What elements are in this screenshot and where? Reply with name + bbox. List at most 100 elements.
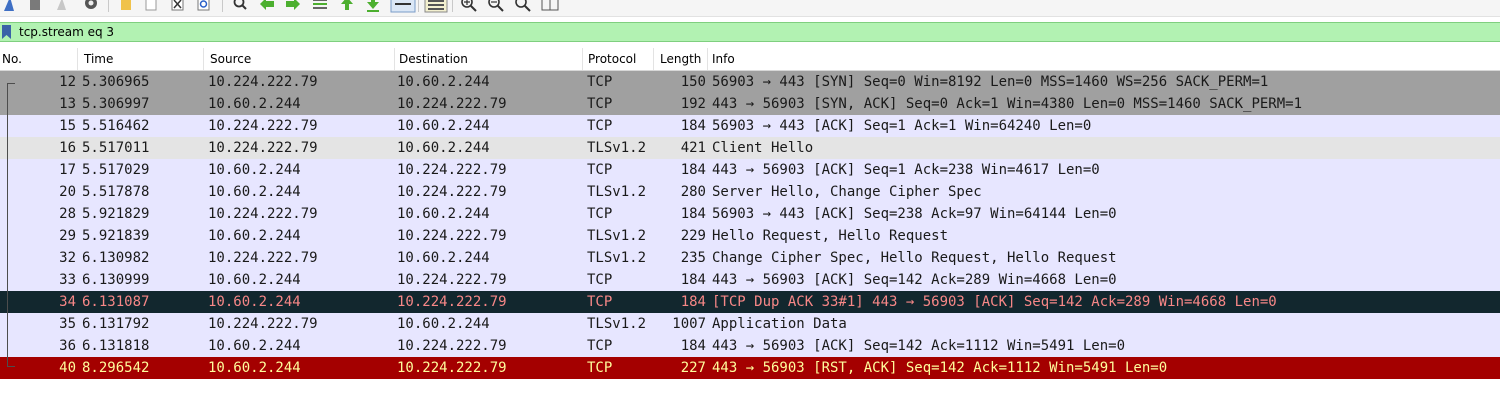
toolbar-separator xyxy=(452,0,453,12)
reload-file-icon[interactable] xyxy=(196,0,212,13)
packet-source: 10.60.2.244 xyxy=(208,294,301,310)
packet-length: 280 xyxy=(680,184,706,200)
packet-source: 10.60.2.244 xyxy=(208,184,301,200)
packet-destination: 10.224.222.79 xyxy=(397,294,507,310)
packet-length: 150 xyxy=(680,74,706,90)
column-header-length[interactable]: Length xyxy=(658,48,708,70)
display-filter-bar: tcp.stream eq 3 xyxy=(0,22,1500,42)
zoom-in-icon[interactable] xyxy=(460,0,478,13)
packet-info: 443 → 56903 [SYN, ACK] Seq=0 Ack=1 Win=4… xyxy=(712,96,1303,112)
packet-row[interactable]: 36 6.131818 10.60.2.244 10.224.222.79 TC… xyxy=(0,335,1500,357)
packet-info: 443 → 56903 [ACK] Seq=142 Ack=289 Win=46… xyxy=(712,272,1117,288)
column-header-protocol[interactable]: Protocol xyxy=(586,48,654,70)
capture-options-icon[interactable] xyxy=(82,0,100,13)
packet-length: 235 xyxy=(680,250,706,266)
packet-length: 184 xyxy=(680,338,706,354)
colorize-icon[interactable] xyxy=(424,0,448,13)
stop-capture-icon[interactable] xyxy=(28,0,42,13)
column-header-no[interactable]: No. xyxy=(0,48,78,70)
packet-source: 10.60.2.244 xyxy=(208,272,301,288)
packet-time: 5.921829 xyxy=(82,206,150,222)
packet-row[interactable]: 40 8.296542 10.60.2.244 10.224.222.79 TC… xyxy=(0,357,1500,379)
packet-info: 56903 → 443 [ACK] Seq=238 Ack=97 Win=641… xyxy=(712,206,1117,222)
packet-time: 5.517011 xyxy=(82,140,150,156)
packet-info: Application Data xyxy=(712,316,847,332)
packet-no: 28 xyxy=(59,206,76,222)
shark-fin-start-icon[interactable] xyxy=(2,0,16,13)
packet-destination: 10.60.2.244 xyxy=(397,316,490,332)
save-file-icon[interactable] xyxy=(144,0,158,13)
display-filter-input[interactable]: tcp.stream eq 3 xyxy=(19,23,114,41)
packet-protocol: TCP xyxy=(587,360,613,376)
packet-length: 184 xyxy=(680,294,706,310)
toolbar-separator xyxy=(418,0,419,12)
resize-columns-icon[interactable] xyxy=(540,0,560,13)
packet-destination: 10.60.2.244 xyxy=(397,140,490,156)
packet-length: 184 xyxy=(680,162,706,178)
go-to-packet-icon[interactable] xyxy=(311,0,329,13)
column-header-source[interactable]: Source xyxy=(208,48,395,70)
go-forward-icon[interactable] xyxy=(284,0,302,13)
restart-capture-icon[interactable] xyxy=(54,0,70,13)
toolbar-separator xyxy=(222,0,223,12)
packet-destination: 10.224.222.79 xyxy=(397,96,507,112)
packet-row[interactable]: 20 5.517878 10.60.2.244 10.224.222.79 TL… xyxy=(0,181,1500,203)
zoom-out-icon[interactable] xyxy=(487,0,505,13)
packet-row[interactable]: 32 6.130982 10.224.222.79 10.60.2.244 TL… xyxy=(0,247,1500,269)
packet-protocol: TCP xyxy=(587,206,613,222)
packet-source: 10.60.2.244 xyxy=(208,360,301,376)
packet-no: 33 xyxy=(59,272,76,288)
packet-row[interactable]: 29 5.921839 10.60.2.244 10.224.222.79 TL… xyxy=(0,225,1500,247)
packet-row[interactable]: 16 5.517011 10.224.222.79 10.60.2.244 TL… xyxy=(0,137,1500,159)
conversation-bracket-end xyxy=(7,366,15,367)
packet-source: 10.224.222.79 xyxy=(208,316,318,332)
packet-row[interactable]: 12 5.306965 10.224.222.79 10.60.2.244 TC… xyxy=(0,71,1500,93)
packet-length: 184 xyxy=(680,272,706,288)
auto-scroll-icon[interactable] xyxy=(390,0,416,13)
packet-protocol: TCP xyxy=(587,272,613,288)
packet-time: 5.306965 xyxy=(82,74,150,90)
column-header-destination[interactable]: Destination xyxy=(397,48,583,70)
packet-info: 443 → 56903 [RST, ACK] Seq=142 Ack=1112 … xyxy=(712,360,1168,376)
packet-list-header: No. Time Source Destination Protocol Len… xyxy=(0,48,1500,71)
packet-row[interactable]: 17 5.517029 10.60.2.244 10.224.222.79 TC… xyxy=(0,159,1500,181)
packet-no: 12 xyxy=(59,74,76,90)
column-header-info[interactable]: Info xyxy=(710,48,1500,70)
go-back-icon[interactable] xyxy=(258,0,276,13)
packet-length: 1007 xyxy=(672,316,706,332)
packet-destination: 10.60.2.244 xyxy=(397,250,490,266)
go-first-packet-icon[interactable] xyxy=(338,0,356,13)
packet-source: 10.224.222.79 xyxy=(208,206,318,222)
find-packet-icon[interactable] xyxy=(232,0,248,13)
packet-length: 421 xyxy=(680,140,706,156)
packet-protocol: TLSv1.2 xyxy=(587,316,647,332)
zoom-normal-icon[interactable] xyxy=(514,0,532,13)
open-file-icon[interactable] xyxy=(118,0,134,13)
go-last-packet-icon[interactable] xyxy=(364,0,382,13)
filter-bookmark-icon[interactable] xyxy=(2,25,11,39)
close-file-icon[interactable] xyxy=(170,0,186,13)
packet-no: 34 xyxy=(59,294,76,310)
packet-destination: 10.224.222.79 xyxy=(397,272,507,288)
packet-source: 10.224.222.79 xyxy=(208,140,318,156)
packet-row[interactable]: 33 6.130999 10.60.2.244 10.224.222.79 TC… xyxy=(0,269,1500,291)
packet-row[interactable]: 34 6.131087 10.60.2.244 10.224.222.79 TC… xyxy=(0,291,1500,313)
packet-time: 6.130999 xyxy=(82,272,150,288)
packet-row[interactable]: 15 5.516462 10.224.222.79 10.60.2.244 TC… xyxy=(0,115,1500,137)
packet-row[interactable]: 28 5.921829 10.224.222.79 10.60.2.244 TC… xyxy=(0,203,1500,225)
packet-protocol: TCP xyxy=(587,338,613,354)
packet-time: 5.306997 xyxy=(82,96,150,112)
conversation-bracket-line xyxy=(7,83,8,366)
packet-destination: 10.60.2.244 xyxy=(397,206,490,222)
packet-source: 10.224.222.79 xyxy=(208,118,318,134)
packet-info: 443 → 56903 [ACK] Seq=142 Ack=1112 Win=5… xyxy=(712,338,1126,354)
packet-length: 184 xyxy=(680,118,706,134)
packet-length: 192 xyxy=(680,96,706,112)
column-header-time[interactable]: Time xyxy=(82,48,204,70)
packet-row[interactable]: 13 5.306997 10.60.2.244 10.224.222.79 TC… xyxy=(0,93,1500,115)
packet-time: 8.296542 xyxy=(82,360,150,376)
packet-info: Change Cipher Spec, Hello Request, Hello… xyxy=(712,250,1117,266)
packet-length: 184 xyxy=(680,206,706,222)
packet-row[interactable]: 35 6.131792 10.224.222.79 10.60.2.244 TL… xyxy=(0,313,1500,335)
packet-protocol: TCP xyxy=(587,294,613,310)
